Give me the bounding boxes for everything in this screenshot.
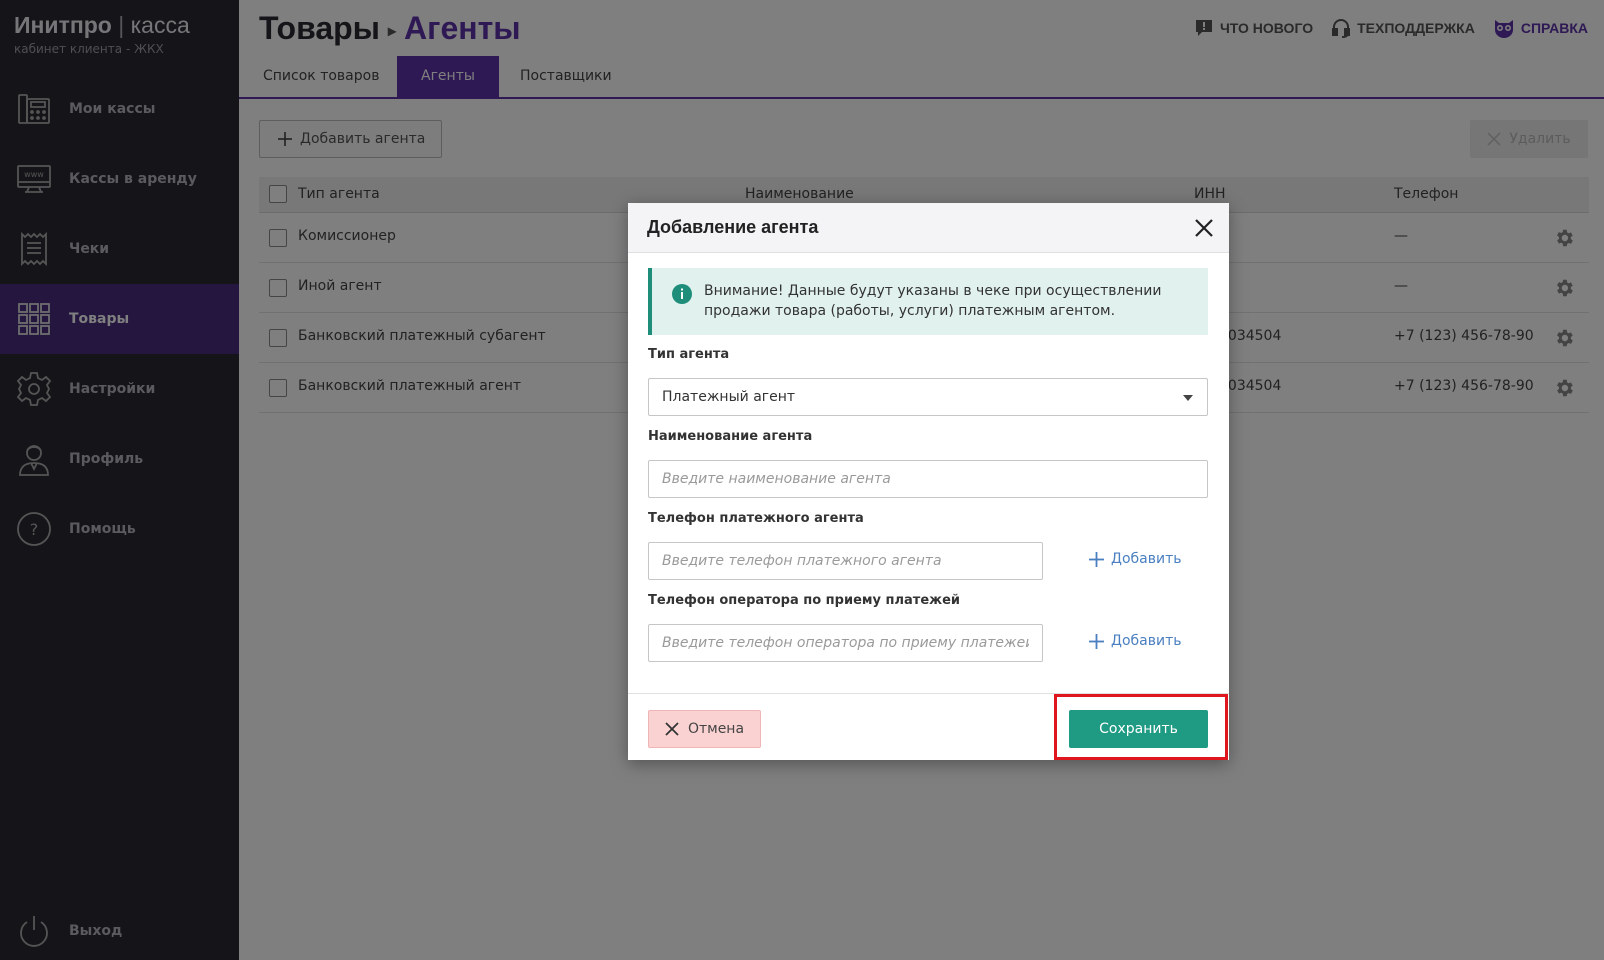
add-agent-phone-button[interactable]: Добавить — [1089, 551, 1181, 567]
operator-phone-input[interactable] — [649, 625, 1042, 661]
add-agent-phone-label: Добавить — [1111, 551, 1182, 567]
add-agent-modal: Добавление агента Внимание! Данные будут… — [628, 203, 1229, 760]
modal-title: Добавление агента — [647, 217, 819, 237]
cancel-label: Отмена — [687, 721, 745, 737]
caret-down-icon — [1183, 395, 1193, 401]
operator-phone-label: Телефон оператора по приему платежей — [648, 593, 961, 608]
agent-phone-input[interactable] — [649, 543, 1042, 579]
agent-name-label: Наименование агента — [648, 429, 813, 444]
agent-type-label: Тип агента — [648, 347, 730, 362]
notice-box: Внимание! Данные будут указаны в чеке пр… — [648, 268, 1208, 335]
operator-phone-field — [648, 624, 1043, 662]
close-icon — [665, 722, 679, 736]
agent-name-field — [648, 460, 1208, 498]
cancel-button[interactable]: Отмена — [648, 710, 761, 748]
agent-type-select[interactable]: Платежный агент — [648, 378, 1208, 416]
add-operator-phone-label: Добавить — [1111, 633, 1182, 649]
agent-name-input[interactable] — [649, 461, 1207, 497]
close-icon[interactable] — [1193, 217, 1215, 239]
plus-icon — [1089, 633, 1104, 649]
plus-icon — [1089, 551, 1104, 567]
agent-phone-field — [648, 542, 1043, 580]
modal-header: Добавление агента — [628, 203, 1229, 253]
add-operator-phone-button[interactable]: Добавить — [1089, 633, 1181, 649]
agent-type-value: Платежный агент — [662, 389, 796, 405]
info-icon — [672, 284, 692, 304]
notice-text: Внимание! Данные будут указаны в чеке пр… — [704, 283, 1162, 319]
agent-phone-label: Телефон платежного агента — [648, 511, 864, 526]
save-highlight-frame — [1054, 694, 1228, 760]
